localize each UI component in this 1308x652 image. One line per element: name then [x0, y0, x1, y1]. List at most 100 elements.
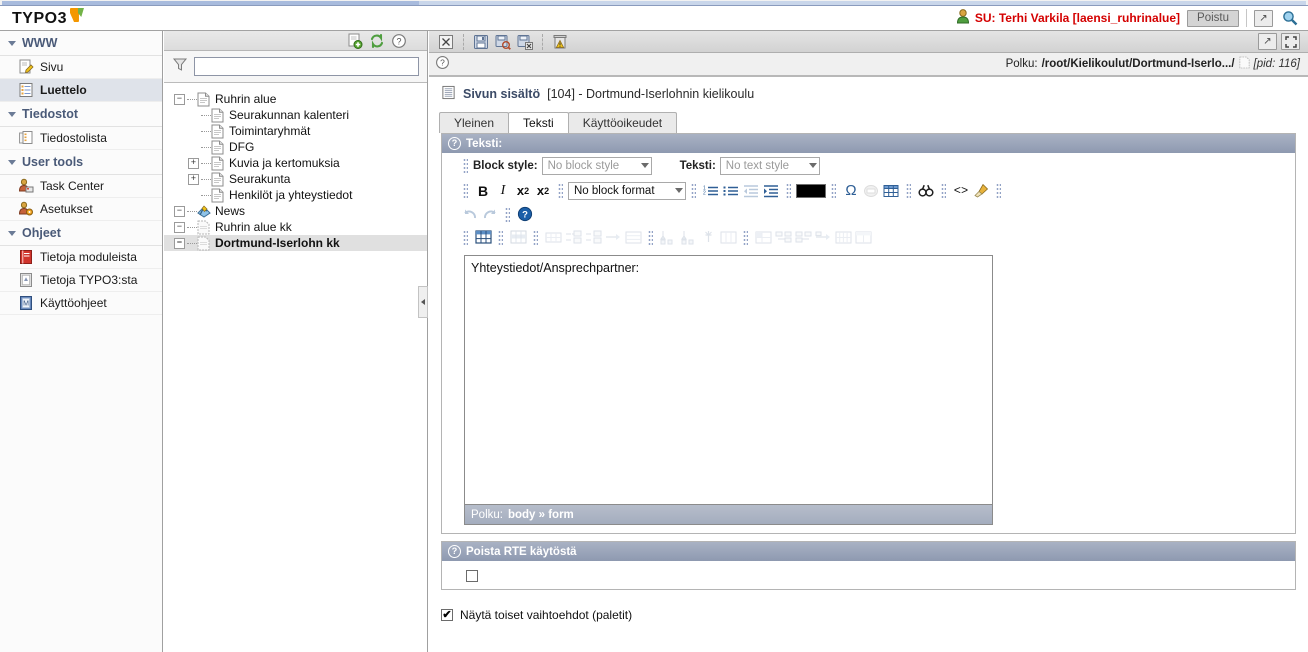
tree-toggle-icon[interactable]: − — [174, 93, 185, 105]
table-row-properties-icon[interactable] — [508, 227, 528, 247]
tree-toggle-icon[interactable]: + — [188, 173, 199, 185]
split-row-icon[interactable] — [603, 227, 623, 247]
tree-node-dortmund-iserlohn-kk[interactable]: − Dortmund-Iserlohn kk — [164, 235, 427, 251]
tree-toggle-icon[interactable]: + — [188, 157, 199, 169]
source-code-icon[interactable]: <> — [951, 181, 971, 201]
toolbar-grip[interactable] — [648, 229, 653, 245]
tree-node-toimintaryhmat[interactable]: Toimintaryhmät — [164, 123, 427, 139]
sidebar-item-tiedostolista[interactable]: Tiedostolista — [0, 127, 162, 150]
tree-node-seurakunnan-kalenteri[interactable]: Seurakunnan kalenteri — [164, 107, 427, 123]
refresh-icon[interactable] — [369, 33, 385, 49]
table-properties-icon[interactable] — [473, 227, 493, 247]
merge-rows-icon[interactable] — [623, 227, 643, 247]
ordered-list-icon[interactable]: 1 2 — [701, 181, 721, 201]
outdent-icon[interactable] — [741, 181, 761, 201]
delete-row-icon[interactable] — [583, 227, 603, 247]
toolbar-grip[interactable] — [505, 206, 510, 222]
insert-column-right-icon[interactable] — [698, 227, 718, 247]
undo-icon[interactable] — [460, 204, 480, 224]
block-style-select[interactable]: No block style — [541, 156, 652, 175]
block-format-select[interactable]: No block format — [568, 181, 686, 200]
delete-column-icon[interactable] — [718, 227, 738, 247]
clean-html-icon[interactable] — [971, 181, 991, 201]
tree-node-henkilot-ja-yhteystiedot[interactable]: Henkilöt ja yhteystiedot — [164, 187, 427, 203]
italic-icon[interactable]: I — [493, 181, 513, 201]
tab-teksti[interactable]: Teksti — [508, 112, 569, 133]
tree-node-ruhrin-alue-kk[interactable]: − Ruhrin alue kk — [164, 219, 427, 235]
insert-column-left-icon[interactable] — [678, 227, 698, 247]
toolbar-grip[interactable] — [743, 229, 748, 245]
merge-cells-icon[interactable] — [853, 227, 873, 247]
unordered-list-icon[interactable] — [721, 181, 741, 201]
toolbar-grip[interactable] — [463, 229, 468, 245]
help-icon[interactable]: ? — [391, 33, 407, 49]
insert-cell-before-icon[interactable] — [773, 227, 793, 247]
tree-node-ruhrin-alue[interactable]: − Ruhrin alue — [164, 91, 427, 107]
delete-cell-icon[interactable] — [813, 227, 833, 247]
disable-rte-checkbox[interactable] — [466, 569, 478, 582]
insert-cell-after-icon[interactable] — [793, 227, 813, 247]
subscript-icon[interactable]: x2 — [513, 181, 533, 201]
toolbar-grip[interactable] — [906, 183, 911, 198]
module-group-user-tools[interactable]: User tools — [0, 150, 162, 175]
module-group-www[interactable]: WWW — [0, 31, 162, 56]
tree-node-kuvia-ja-kertomuksia[interactable]: + Kuvia ja kertomuksia — [164, 155, 427, 171]
tree-toggle-icon[interactable]: − — [174, 205, 185, 217]
save-and-close-icon[interactable] — [514, 33, 536, 51]
sidebar-item-tietoja-moduleista[interactable]: Tietoja moduleista — [0, 246, 162, 269]
delete-icon[interactable] — [549, 33, 571, 51]
fullscreen-icon[interactable] — [1281, 33, 1300, 50]
rte-help-icon[interactable]: ? — [515, 204, 535, 224]
module-group-ohjeet[interactable]: Ohjeet — [0, 221, 162, 246]
help-icon[interactable]: ? — [448, 545, 461, 558]
cell-properties-icon[interactable] — [753, 227, 773, 247]
insert-row-under-icon[interactable] — [563, 227, 583, 247]
help-icon[interactable]: ? — [448, 137, 461, 150]
tree-node-dfg[interactable]: DFG — [164, 139, 427, 155]
tree-node-news[interactable]: − News — [164, 203, 427, 219]
toolbar-grip[interactable] — [691, 183, 696, 198]
new-page-icon[interactable] — [347, 33, 363, 49]
save-and-view-icon[interactable] — [492, 33, 514, 51]
insert-row-above-icon[interactable] — [543, 227, 563, 247]
toolbar-grip[interactable] — [996, 183, 1001, 198]
collapse-panel-icon[interactable] — [418, 286, 428, 318]
toolbar-grip[interactable] — [831, 183, 836, 198]
text-color-swatch[interactable] — [796, 183, 826, 198]
split-cell-icon[interactable] — [833, 227, 853, 247]
redo-icon[interactable] — [480, 204, 500, 224]
toolbar-grip[interactable] — [941, 183, 946, 198]
superscript-icon[interactable]: x2 — [533, 181, 553, 201]
module-group-tiedostot[interactable]: Tiedostot — [0, 102, 162, 127]
close-icon[interactable] — [435, 33, 457, 51]
sidebar-item-asetukset[interactable]: Asetukset — [0, 198, 162, 221]
tree-toggle-icon[interactable]: − — [174, 237, 185, 249]
rte-content-area[interactable]: Yhteystiedot/Ansprechpartner: — [464, 255, 993, 505]
toolbar-grip[interactable] — [786, 183, 791, 198]
open-in-new-window-icon[interactable]: ↗ — [1258, 33, 1277, 50]
toolbar-grip[interactable] — [498, 229, 503, 245]
help-icon[interactable]: ? — [435, 55, 450, 73]
sidebar-item-task-center[interactable]: Task Center — [0, 175, 162, 198]
text-style-select[interactable]: No text style — [719, 156, 820, 175]
toolbar-grip[interactable] — [463, 183, 468, 198]
sidebar-item-tietoja-typo3sta[interactable]: Tietoja TYPO3:sta — [0, 269, 162, 292]
magnifier-icon[interactable] — [1280, 9, 1300, 28]
tree-toggle-icon[interactable]: − — [174, 221, 185, 233]
sidebar-item-sivu[interactable]: Sivu — [0, 56, 162, 79]
find-replace-icon[interactable] — [916, 181, 936, 201]
tab-kayttooikeudet[interactable]: Käyttöoikeudet — [567, 112, 678, 133]
logout-button[interactable]: Poistu — [1187, 9, 1239, 27]
bold-icon[interactable]: B — [473, 181, 493, 201]
insert-table-icon[interactable] — [881, 181, 901, 201]
tree-node-seurakunta[interactable]: + Seurakunta — [164, 171, 427, 187]
toolbar-grip[interactable] — [463, 158, 468, 173]
column-properties-icon[interactable] — [658, 227, 678, 247]
toolbar-grip[interactable] — [558, 183, 563, 198]
sidebar-item-kayttoohjeet[interactable]: M Käyttöohjeet — [0, 292, 162, 315]
tab-yleinen[interactable]: Yleinen — [439, 112, 510, 133]
page-tree-filter-input[interactable] — [194, 57, 419, 76]
special-character-icon[interactable]: Ω — [841, 181, 861, 201]
save-icon[interactable] — [470, 33, 492, 51]
insert-image-icon[interactable] — [861, 181, 881, 201]
